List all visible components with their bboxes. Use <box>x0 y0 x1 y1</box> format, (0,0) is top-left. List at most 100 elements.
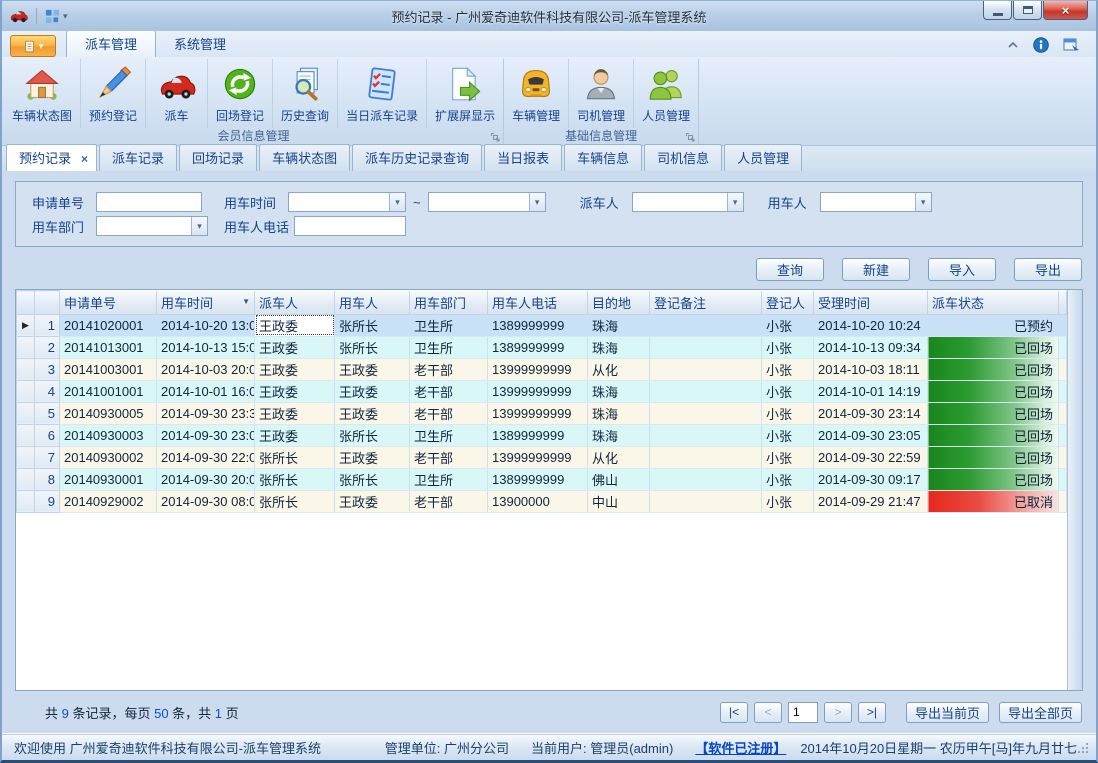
maximize-button[interactable] <box>1013 1 1042 20</box>
cell-accept-time[interactable]: 2014-10-01 14:19 <box>814 380 928 402</box>
cell-remark[interactable] <box>650 358 762 380</box>
chevron-down-icon[interactable]: ▾ <box>529 193 545 211</box>
ribbon-button-reserve-register[interactable]: 预约登记 <box>81 59 146 128</box>
cell-dispatcher[interactable]: 张所长 <box>255 446 335 468</box>
resize-grip[interactable] <box>1077 741 1088 753</box>
cell-phone[interactable]: 13999999999 <box>488 358 588 380</box>
next-page-button[interactable]: > <box>824 702 852 723</box>
status-cell[interactable]: 已回场 <box>928 336 1059 358</box>
user-combo[interactable]: ▾ <box>820 192 932 212</box>
cell-dispatcher[interactable]: 王政委 <box>255 402 335 424</box>
cell-use-time[interactable]: 2014-10-20 13:00 <box>157 314 255 336</box>
status-cell[interactable]: 已回场 <box>928 402 1059 424</box>
column-header-registrar[interactable]: 登记人 <box>762 291 814 315</box>
cell-destination[interactable]: 从化 <box>588 446 650 468</box>
collapse-ribbon-icon[interactable] <box>1007 41 1019 49</box>
cell-registrar[interactable]: 小张 <box>762 446 814 468</box>
cell-phone[interactable]: 13900000 <box>488 490 588 512</box>
cell-destination[interactable]: 珠海 <box>588 380 650 402</box>
cell-order-no[interactable]: 20140930005 <box>60 402 157 424</box>
layout-grid-button[interactable]: ▾ <box>45 9 68 24</box>
table-row[interactable]: 8 20140930001 2014-09-30 20:00 张所长 张所长 卫… <box>17 468 1067 490</box>
cell-accept-time[interactable]: 2014-09-30 23:05 <box>814 424 928 446</box>
ribbon-button-driver-manage[interactable]: 司机管理 <box>569 59 634 128</box>
last-page-button[interactable]: >| <box>858 702 886 723</box>
cell-destination[interactable]: 珠海 <box>588 314 650 336</box>
doc-tab-return-records[interactable]: 回场记录 <box>179 144 257 171</box>
doc-tab-reservation-records[interactable]: 预约记录× <box>6 144 97 171</box>
ribbon-button-vehicle-status[interactable]: 车辆状态图 <box>4 59 81 128</box>
cell-registrar[interactable]: 小张 <box>762 424 814 446</box>
license-link[interactable]: 【软件已注册】 <box>695 738 786 757</box>
ribbon-button-history-search[interactable]: 历史查询 <box>273 59 338 128</box>
query-button[interactable]: 查询 <box>756 258 824 281</box>
status-cell[interactable]: 已回场 <box>928 358 1059 380</box>
cell-destination[interactable]: 珠海 <box>588 402 650 424</box>
cell-order-no[interactable]: 20140930002 <box>60 446 157 468</box>
doc-tab-vehicle-info[interactable]: 车辆信息 <box>564 144 642 171</box>
cell-remark[interactable] <box>650 490 762 512</box>
use-time-from-combo[interactable]: ▾ <box>288 192 406 212</box>
dialog-launcher-icon[interactable] <box>685 132 695 142</box>
dispatcher-input[interactable] <box>633 193 727 211</box>
cell-use-time[interactable]: 2014-09-30 20:00 <box>157 468 255 490</box>
cell-accept-time[interactable]: 2014-09-30 23:14 <box>814 402 928 424</box>
cell-dept[interactable]: 老干部 <box>410 490 488 512</box>
doc-tab-dispatch-records[interactable]: 派车记录 <box>99 144 177 171</box>
cell-use-time[interactable]: 2014-09-30 08:00 <box>157 490 255 512</box>
cell-order-no[interactable]: 20140930003 <box>60 424 157 446</box>
cell-remark[interactable] <box>650 468 762 490</box>
minimize-button[interactable] <box>983 1 1012 20</box>
cell-phone[interactable]: 1389999999 <box>488 424 588 446</box>
row-selector-cell[interactable] <box>17 446 35 468</box>
cell-order-no[interactable]: 20140929002 <box>60 490 157 512</box>
doc-tab-personnel-manage[interactable]: 人员管理 <box>724 144 802 171</box>
column-header-accept-time[interactable]: 受理时间 <box>814 291 928 315</box>
column-header-dept[interactable]: 用车部门 <box>410 291 488 315</box>
status-cell[interactable]: 已预约 <box>928 314 1059 336</box>
style-window-icon[interactable] <box>1063 37 1080 53</box>
export-current-page-button[interactable]: 导出当前页 <box>906 702 989 723</box>
cell-dispatcher[interactable]: 王政委 <box>255 424 335 446</box>
cell-registrar[interactable]: 小张 <box>762 336 814 358</box>
cell-destination[interactable]: 中山 <box>588 490 650 512</box>
cell-order-no[interactable]: 20141001001 <box>60 380 157 402</box>
cell-dept[interactable]: 卫生所 <box>410 468 488 490</box>
table-row[interactable]: 3 20141003001 2014-10-03 20:00 王政委 王政委 老… <box>17 358 1067 380</box>
use-time-from-input[interactable] <box>289 193 389 211</box>
cell-remark[interactable] <box>650 314 762 336</box>
prev-page-button[interactable]: < <box>754 702 782 723</box>
cell-use-time[interactable]: 2014-09-30 22:00 <box>157 446 255 468</box>
dept-input[interactable] <box>97 217 191 235</box>
column-header-destination[interactable]: 目的地 <box>588 291 650 315</box>
table-row[interactable]: 4 20141001001 2014-10-01 16:00 王政委 王政委 老… <box>17 380 1067 402</box>
ribbon-button-today-dispatch-record[interactable]: 当日派车记录 <box>338 59 427 128</box>
cell-accept-time[interactable]: 2014-09-30 22:59 <box>814 446 928 468</box>
close-tab-icon[interactable]: × <box>81 152 88 166</box>
use-time-to-input[interactable] <box>429 193 529 211</box>
cell-dept[interactable]: 卫生所 <box>410 314 488 336</box>
use-time-to-combo[interactable]: ▾ <box>428 192 546 212</box>
cell-user[interactable]: 王政委 <box>335 446 410 468</box>
doc-tab-daily-report[interactable]: 当日报表 <box>484 144 562 171</box>
create-button[interactable]: 新建 <box>842 258 910 281</box>
cell-destination[interactable]: 佛山 <box>588 468 650 490</box>
chevron-down-icon[interactable]: ▾ <box>191 217 207 235</box>
row-selector-cell[interactable] <box>17 358 35 380</box>
cell-destination[interactable]: 从化 <box>588 358 650 380</box>
cell-order-no[interactable]: 20141003001 <box>60 358 157 380</box>
cell-registrar[interactable]: 小张 <box>762 380 814 402</box>
export-all-pages-button[interactable]: 导出全部页 <box>999 702 1082 723</box>
cell-destination[interactable]: 珠海 <box>588 424 650 446</box>
column-header-dispatcher[interactable]: 派车人 <box>255 291 335 315</box>
doc-tab-history-query[interactable]: 派车历史记录查询 <box>352 144 482 171</box>
cell-use-time[interactable]: 2014-10-01 16:00 <box>157 380 255 402</box>
table-row[interactable]: 5 20140930005 2014-09-30 23:30 王政委 王政委 老… <box>17 402 1067 424</box>
ribbon-button-vehicle-manage[interactable]: 车辆管理 <box>504 59 569 128</box>
status-cell[interactable]: 已回场 <box>928 468 1059 490</box>
cell-registrar[interactable]: 小张 <box>762 402 814 424</box>
status-cell[interactable]: 已回场 <box>928 424 1059 446</box>
cell-user[interactable]: 张所长 <box>335 468 410 490</box>
cell-registrar[interactable]: 小张 <box>762 314 814 336</box>
user-input[interactable] <box>821 193 915 211</box>
